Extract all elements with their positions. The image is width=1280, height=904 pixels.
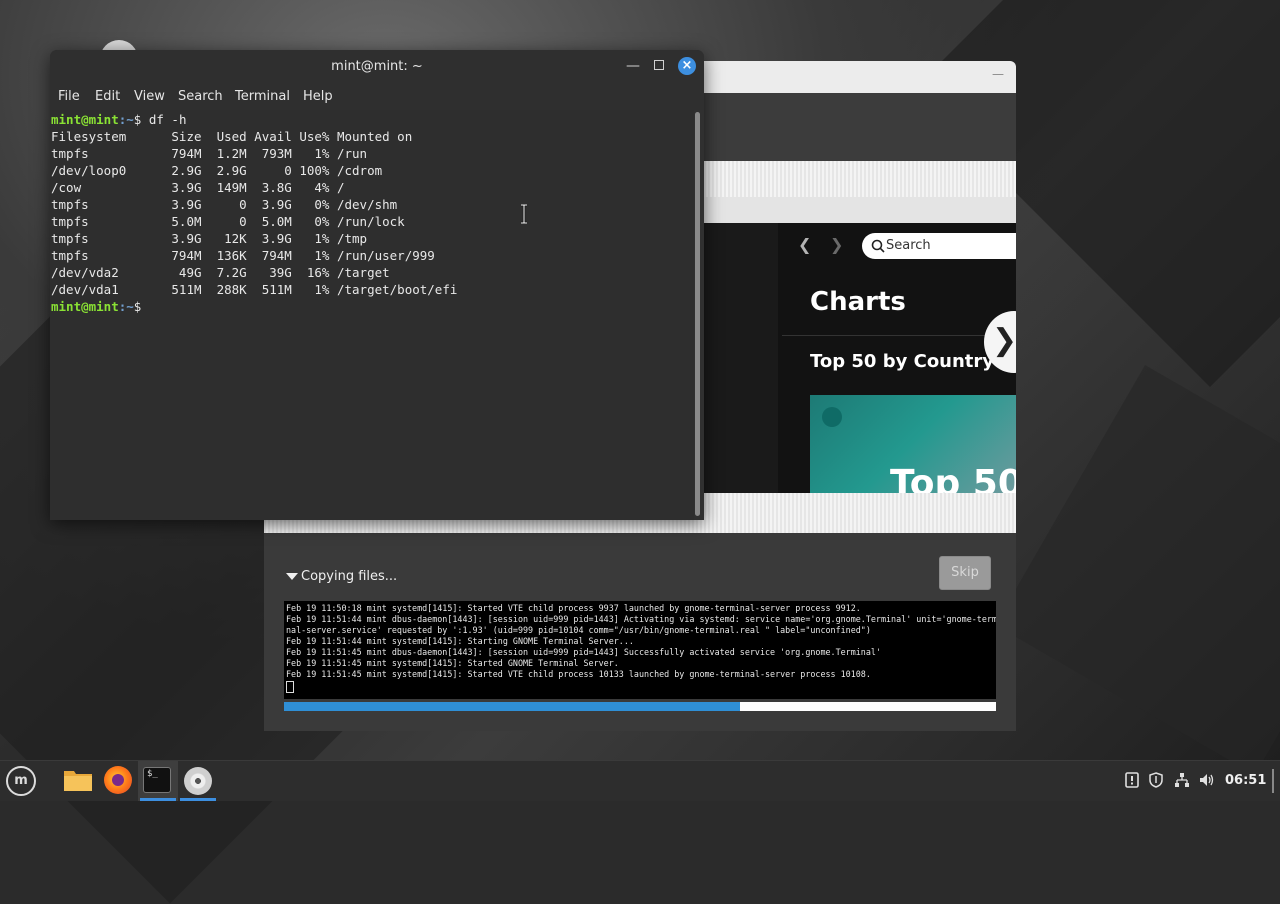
search-icon [871, 239, 885, 253]
terminal-output[interactable]: mint@mint:~$ df -h Filesystem Size Used … [50, 110, 694, 520]
command-text: df -h [148, 112, 187, 127]
playlist-card-title: Top 50 [890, 463, 1016, 493]
progress-fill [284, 702, 740, 711]
output-line: /dev/vda1 511M 288K 511M 1% /target/boot… [51, 282, 458, 297]
output-line: tmpfs 5.0M 0 5.0M 0% /run/lock [51, 214, 405, 229]
log-line: Feb 19 11:51:45 mint dbus-daemon[1443]: … [286, 647, 881, 657]
menu-view[interactable]: View [134, 89, 165, 104]
output-line: tmpfs 3.9G 12K 3.9G 1% /tmp [51, 231, 368, 246]
slide-search-box: Search [862, 233, 1016, 259]
maximize-button[interactable] [654, 60, 664, 70]
terminal-window[interactable]: mint@mint: ~ — × File Edit View Search T… [50, 50, 704, 520]
log-line: Feb 19 11:51:44 mint systemd[1415]: Star… [286, 636, 634, 646]
output-line: tmpfs 3.9G 0 3.9G 0% /dev/shm [51, 197, 398, 212]
playlist-card: Top 50 [810, 395, 1016, 493]
output-line: tmpfs 794M 136K 794M 1% /run/user/999 [51, 248, 435, 263]
search-placeholder: Search [886, 238, 931, 253]
command-line: mint@mint:~$ df -h [51, 112, 187, 127]
skip-button[interactable]: Skip [939, 556, 991, 590]
spotify-logo-icon [822, 407, 842, 427]
back-icon: ❮ [798, 235, 812, 254]
menu-file[interactable]: File [58, 89, 80, 104]
output-line: Filesystem Size Used Avail Use% Mounted … [51, 129, 413, 144]
volume-icon[interactable] [1199, 772, 1215, 788]
menu-edit[interactable]: Edit [95, 89, 120, 104]
window-title: mint@mint: ~ [331, 59, 423, 74]
close-button[interactable]: × [678, 57, 696, 75]
firefox-icon[interactable] [104, 766, 132, 794]
terminal-titlebar[interactable]: mint@mint: ~ — × [50, 50, 704, 84]
installer-log[interactable]: Feb 19 11:50:18 mint systemd[1415]: Star… [284, 601, 996, 699]
installer-progress-area: Copying files... Skip Feb 19 11:50:18 mi… [264, 533, 1016, 731]
log-line: nal-server.service' requested by ':1.93'… [286, 625, 871, 635]
menu-icon[interactable]: m [6, 766, 36, 796]
minimize-icon[interactable]: — [992, 67, 1004, 81]
log-line: Feb 19 11:51:44 mint dbus-daemon[1443]: … [286, 614, 996, 624]
clock[interactable]: 06:51 [1225, 773, 1266, 788]
shield-icon[interactable] [1148, 772, 1164, 788]
output-line: /dev/vda2 49G 7.2G 39G 16% /target [51, 265, 390, 280]
disc-icon[interactable] [184, 767, 212, 795]
output-line: /dev/loop0 2.9G 2.9G 0 100% /cdrom [51, 163, 383, 178]
prompt-line: mint@mint:~$ [51, 299, 149, 314]
menubar: File Edit View Search Terminal Help [50, 84, 704, 110]
menu-terminal[interactable]: Terminal [235, 89, 290, 104]
slide-heading: Charts [810, 287, 906, 317]
status-label: Copying files... [301, 569, 398, 584]
log-cursor [286, 681, 294, 693]
log-line: Feb 19 11:51:45 mint systemd[1415]: Star… [286, 669, 871, 679]
files-icon[interactable] [63, 768, 93, 792]
menu-search[interactable]: Search [178, 89, 223, 104]
slide-subheading: Top 50 by Country [810, 351, 995, 372]
forward-icon: ❯ [830, 235, 844, 254]
terminal-icon[interactable]: $_ [143, 767, 171, 793]
taskbar: m $_ 06:51 [0, 760, 1280, 801]
copying-status[interactable]: Copying files... [286, 569, 397, 584]
minimize-button[interactable]: — [626, 58, 640, 74]
network-icon[interactable] [1174, 772, 1190, 788]
scrollbar[interactable] [695, 112, 700, 516]
show-desktop-button[interactable] [1272, 769, 1274, 793]
progress-bar [284, 702, 996, 711]
update-icon[interactable] [1124, 772, 1140, 788]
menu-help[interactable]: Help [303, 89, 333, 104]
expander-arrow-icon[interactable] [286, 573, 298, 580]
output-line: /cow 3.9G 149M 3.8G 4% / [51, 180, 345, 195]
log-line: Feb 19 11:51:45 mint systemd[1415]: Star… [286, 658, 619, 668]
text-cursor-icon [521, 204, 527, 224]
output-line: tmpfs 794M 1.2M 793M 1% /run [51, 146, 368, 161]
log-line: Feb 19 11:50:18 mint systemd[1415]: Star… [286, 603, 861, 613]
